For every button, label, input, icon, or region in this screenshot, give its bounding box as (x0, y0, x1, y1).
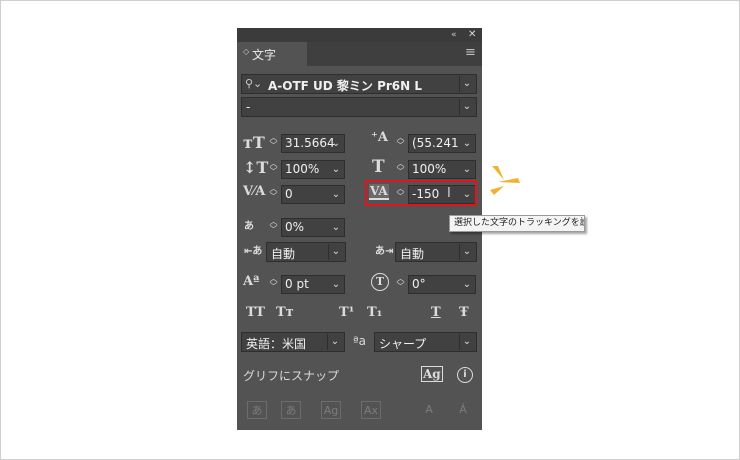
font-size-field[interactable]: 31.5664 ⌄ (281, 134, 345, 153)
superscript-button[interactable]: T¹ (339, 305, 354, 320)
tab-character[interactable]: ◇ 文字 (237, 42, 307, 66)
font-family-dropdown[interactable]: ⚲⌄ A-OTF UD 黎ミン Pr6N L ⌄ (241, 74, 477, 94)
snap-baseline-icon[interactable]: あ (247, 401, 267, 419)
chevron-down-icon[interactable]: ⌄ (459, 76, 474, 92)
tsume-stepper[interactable]: ︿ ﹀ (268, 218, 279, 236)
subscript-button[interactable]: T₁ (367, 305, 382, 320)
vertical-scale-value: 100% (285, 162, 320, 176)
chevron-down-icon[interactable]: ⌄ (460, 277, 474, 292)
horizontal-scale-value: 100% (412, 162, 447, 176)
chevron-down-icon[interactable]: ⌄ (329, 162, 343, 177)
panel-menu-icon[interactable]: ≡ (465, 45, 476, 60)
close-icon[interactable]: ✕ (468, 28, 476, 42)
snap-to-glyph-label: グリフにスナップ (243, 369, 340, 383)
rotation-stepper[interactable]: ︿ ﹀ (395, 275, 406, 293)
chevron-down-icon[interactable]: ⌄ (328, 244, 343, 260)
snap-anchor-icon[interactable]: Á (453, 401, 473, 419)
collapse-icon[interactable]: « (451, 28, 457, 42)
kerning-stepper[interactable]: ︿ ﹀ (268, 185, 279, 203)
kerning-icon: V⁄A (243, 184, 266, 199)
horizontal-scale-icon: T (372, 157, 385, 177)
leading-field[interactable]: (55.241 ⌄ (408, 134, 476, 153)
tab-expand-icon[interactable]: ◇ (243, 47, 249, 56)
antialias-dropdown[interactable]: シャープ ⌄ (374, 332, 477, 352)
leading-value: (55.241 (412, 136, 459, 150)
aki-left-dropdown[interactable]: 自動 ⌄ (266, 242, 346, 262)
aki-right-value: 自動 (400, 247, 425, 261)
font-family-value: A-OTF UD 黎ミン Pr6N L (268, 79, 423, 93)
baseline-shift-icon: Aª (243, 274, 260, 289)
leading-icon: ⁺A (371, 130, 388, 145)
vertical-scale-field[interactable]: 100% ⌄ (281, 160, 345, 179)
aki-left-icon: ⇤あ (244, 246, 263, 257)
antialias-value: シャープ (379, 337, 427, 351)
all-caps-button[interactable]: TT (246, 305, 265, 320)
language-dropdown[interactable]: 英語：米国 ⌄ (241, 332, 345, 352)
tab-label: 文字 (252, 48, 277, 62)
font-size-value: 31.5664 (285, 136, 335, 150)
panel-titlebar: « ✕ (237, 28, 482, 42)
kerning-value: 0 (285, 187, 293, 201)
snap-glyph-bounds-icon[interactable]: Ag (321, 401, 341, 419)
chevron-down-icon[interactable]: ⌄ (329, 187, 343, 202)
font-style-dropdown[interactable]: - ⌄ (241, 97, 477, 117)
tsume-icon: あ (244, 221, 254, 232)
tsume-field[interactable]: 0% ⌄ (281, 218, 345, 237)
chevron-down-icon[interactable]: ⌄ (459, 334, 474, 350)
chevron-down-icon[interactable]: ⌄ (460, 162, 474, 177)
aki-right-icon: あ⇥ (375, 246, 394, 257)
chevron-down-icon[interactable]: ⌄ (460, 136, 474, 151)
tracking-tooltip: 選択した文字のトラッキングを設定 (449, 215, 585, 232)
rotation-icon: T (371, 273, 389, 291)
chevron-down-icon[interactable]: ⌄ (329, 220, 343, 235)
glyph-snap-icon[interactable]: Ag (421, 366, 443, 382)
antialias-icon: ªa (353, 334, 367, 348)
rotation-value: 0° (412, 277, 426, 291)
font-style-value: - (246, 100, 251, 114)
strikethrough-button[interactable]: Ŧ (459, 305, 469, 320)
underline-button[interactable]: T (431, 305, 441, 320)
vertical-scale-stepper[interactable]: ︿ ﹀ (268, 160, 279, 178)
chevron-down-icon[interactable]: ⌄ (327, 334, 342, 350)
font-size-icon: ᴛT (243, 133, 265, 152)
aki-right-dropdown[interactable]: 自動 ⌄ (395, 242, 477, 262)
horizontal-scale-stepper[interactable]: ︿ ﹀ (395, 160, 406, 178)
search-icon[interactable]: ⚲⌄ (245, 77, 262, 90)
baseline-shift-value: 0 pt (285, 277, 309, 291)
chevron-down-icon[interactable]: ⌄ (329, 277, 343, 292)
tracking-highlight-box (365, 180, 477, 206)
small-caps-button[interactable]: Tт (276, 305, 294, 320)
leading-stepper[interactable]: ︿ ﹀ (395, 134, 406, 152)
tsume-value: 0% (285, 220, 305, 234)
aki-left-value: 自動 (271, 247, 296, 261)
snap-proximity-icon[interactable]: Ax (361, 401, 381, 419)
baseline-shift-field[interactable]: 0 pt ⌄ (281, 275, 345, 294)
tab-row: ◇ 文字 ≡ (237, 42, 482, 66)
language-value: 英語：米国 (246, 337, 307, 351)
snap-em-box-icon[interactable]: あ (281, 401, 301, 419)
rotation-field[interactable]: 0° ⌄ (408, 275, 476, 294)
chevron-down-icon[interactable]: ⌄ (459, 99, 474, 115)
font-size-stepper[interactable]: ︿ ﹀ (268, 134, 279, 152)
kerning-field[interactable]: 0 ⌄ (281, 185, 345, 204)
chevron-down-icon[interactable]: ⌄ (459, 244, 474, 260)
chevron-down-icon[interactable]: ⌄ (329, 136, 343, 151)
info-icon[interactable]: i (457, 367, 473, 383)
baseline-shift-stepper[interactable]: ︿ ﹀ (268, 275, 279, 293)
horizontal-scale-field[interactable]: 100% ⌄ (408, 160, 476, 179)
attention-burst-icon (490, 166, 520, 195)
vertical-scale-icon: ↕T (243, 158, 269, 177)
snap-angular-icon[interactable]: A (419, 401, 439, 419)
